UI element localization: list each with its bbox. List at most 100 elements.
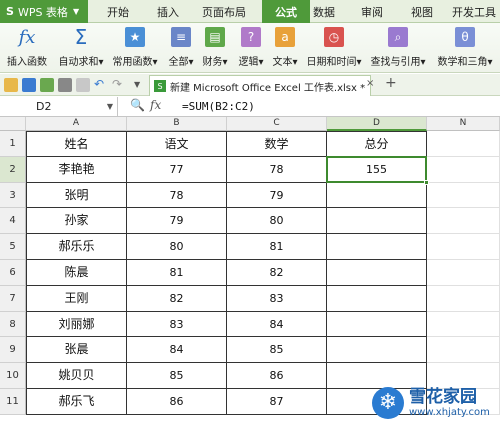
logic-button[interactable]: ? 逻辑▾ [236,25,266,71]
formula-input[interactable]: =SUM(B2:C2) [182,97,255,117]
text-button[interactable]: a 文本▾ [270,25,300,71]
table-cell[interactable] [327,208,427,235]
table-cell[interactable]: 张明 [26,182,127,209]
row-header-6[interactable]: 6 [0,260,26,286]
row-header-10[interactable]: 10 [0,363,26,389]
fill-handle[interactable] [424,179,429,185]
table-cell[interactable]: 郝乐乐 [26,234,127,260]
spreadsheet-grid[interactable]: A B C D N 1 姓名 语文 数学 总分 2 李艳艳 77 78 155 3 张明 78 79 4 孙家 79 80 5… [0,117,500,426]
row-header-8[interactable]: 8 [0,311,26,338]
table-cell[interactable]: 张晨 [26,337,127,364]
table-header-cell[interactable]: 数学 [227,131,327,157]
table-cell[interactable]: 84 [127,337,227,364]
lookup-reference-button[interactable]: ⌕ 查找与引用▾ [370,25,426,71]
table-cell[interactable]: 刘丽娜 [26,311,127,338]
document-tab[interactable]: S 新建 Microsoft Office Excel 工作表.xlsx * [149,75,371,96]
table-cell[interactable]: 80 [127,234,227,260]
table-cell[interactable]: 82 [127,285,227,312]
row-header-9[interactable]: 9 [0,337,26,364]
table-cell[interactable]: 郝乐飞 [26,389,127,415]
table-header-cell[interactable]: 总分 [327,131,427,157]
column-header-c[interactable]: C [227,117,327,131]
table-cell[interactable]: 78 [227,156,327,183]
table-cell[interactable] [427,311,500,338]
table-cell[interactable]: 83 [127,311,227,338]
table-cell[interactable]: 84 [227,311,327,338]
table-cell[interactable] [427,337,500,364]
undo-icon[interactable]: ↶ [94,78,108,92]
table-cell[interactable] [327,234,427,260]
name-box[interactable]: D2 ▼ [0,97,118,117]
table-cell[interactable]: 87 [227,389,327,415]
table-header-cell[interactable]: 姓名 [26,131,127,157]
table-cell[interactable]: 孙家 [26,208,127,235]
open-icon[interactable] [4,78,18,92]
app-menu-button[interactable]: S WPS 表格 ▼ [0,0,88,23]
print-icon[interactable] [58,78,72,92]
all-functions-button[interactable]: ≡ 全部▾ [166,25,196,71]
table-cell[interactable] [427,131,500,157]
table-cell[interactable]: 83 [227,285,327,312]
tab-page-layout[interactable]: 页面布局 [196,0,252,23]
table-cell[interactable] [427,285,500,312]
column-header-n[interactable]: N [427,117,500,131]
common-functions-button[interactable]: ★ 常用函数▾ [110,25,160,71]
table-cell[interactable]: 78 [127,182,227,209]
format-painter-icon[interactable] [76,78,90,92]
row-header-4[interactable]: 4 [0,208,26,235]
table-cell[interactable] [427,182,500,209]
print-preview-icon[interactable] [40,78,54,92]
customize-toolbar-icon[interactable]: ▼ [134,78,148,92]
table-header-cell[interactable]: 语文 [127,131,227,157]
table-cell[interactable]: 81 [227,234,327,260]
column-header-b[interactable]: B [127,117,227,131]
tab-developer[interactable]: 开发工具 [448,0,500,23]
column-header-d[interactable]: D [327,117,427,131]
table-cell[interactable]: 王刚 [26,285,127,312]
table-cell[interactable]: 77 [127,156,227,183]
table-cell[interactable] [427,234,500,260]
table-cell[interactable]: 86 [227,363,327,389]
select-all-corner[interactable] [0,117,26,131]
table-cell[interactable]: 85 [127,363,227,389]
table-cell[interactable]: 姚贝贝 [26,363,127,389]
row-header-5[interactable]: 5 [0,234,26,260]
column-header-a[interactable]: A [26,117,127,131]
table-cell[interactable] [327,285,427,312]
table-cell[interactable]: 80 [227,208,327,235]
table-cell[interactable] [427,208,500,235]
table-cell[interactable] [327,311,427,338]
zoom-icon[interactable]: 🔍 [130,98,145,112]
tab-data[interactable]: 数据 [306,0,342,23]
close-tab-button[interactable]: × [366,78,378,92]
table-cell[interactable]: 79 [127,208,227,235]
tab-home[interactable]: 开始 [100,0,136,23]
table-cell[interactable]: 86 [127,389,227,415]
table-cell[interactable] [427,260,500,286]
tab-formulas[interactable]: 公式 [262,0,310,23]
tab-insert[interactable]: 插入 [150,0,186,23]
insert-function-button[interactable]: fx 插入函数 [4,25,50,71]
table-cell[interactable]: 李艳艳 [26,156,127,183]
math-trig-button[interactable]: θ 数学和三角▾ [432,25,498,71]
table-cell[interactable]: 陈晨 [26,260,127,286]
tab-review[interactable]: 审阅 [354,0,390,23]
row-header-2[interactable]: 2 [0,156,26,183]
table-cell[interactable] [427,156,500,183]
table-cell[interactable]: 85 [227,337,327,364]
row-header-7[interactable]: 7 [0,285,26,312]
chevron-down-icon[interactable]: ▼ [107,97,113,116]
table-cell[interactable] [327,337,427,364]
fx-icon[interactable]: fx [150,98,161,112]
tab-view[interactable]: 视图 [404,0,440,23]
save-icon[interactable] [22,78,36,92]
add-tab-button[interactable]: + [385,75,397,91]
table-cell[interactable]: 81 [127,260,227,286]
table-cell[interactable] [327,260,427,286]
date-time-button[interactable]: ◷ 日期和时间▾ [306,25,362,71]
table-cell[interactable]: 82 [227,260,327,286]
autosum-button[interactable]: Σ 自动求和▾ [56,25,106,71]
table-cell[interactable] [327,182,427,209]
row-header-11[interactable]: 11 [0,389,26,415]
table-cell[interactable]: 79 [227,182,327,209]
